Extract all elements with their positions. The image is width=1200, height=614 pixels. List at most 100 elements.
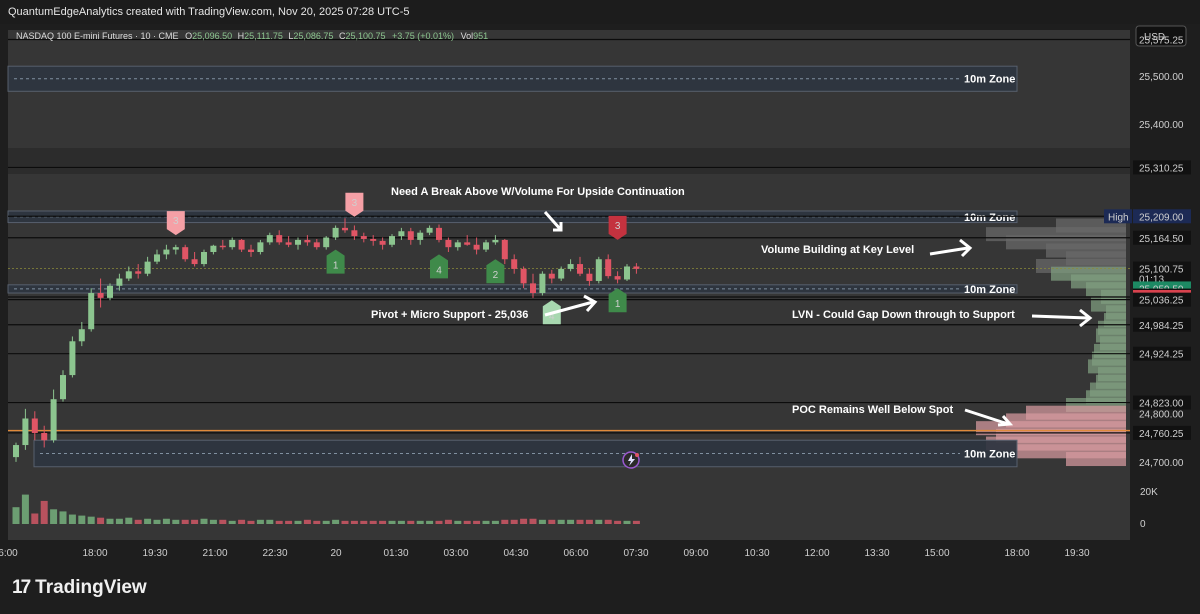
volume-bar (369, 520, 377, 524)
candle-body (436, 227, 442, 240)
close-value: 25,100.75 (345, 31, 385, 41)
price-label-text: 24,984.25 (1139, 321, 1184, 332)
x-tick-label: 18:00 (1004, 548, 1029, 559)
x-tick-label: 18:00 (82, 548, 107, 559)
signal-marker-label: 3 (173, 216, 179, 227)
candle-body (586, 273, 593, 281)
volume-bar (322, 520, 330, 524)
candle-body (22, 418, 29, 446)
candle-body (182, 247, 189, 260)
candle-body (313, 242, 320, 248)
lightning-icon[interactable] (622, 451, 640, 469)
volume-bar (238, 519, 246, 524)
zone-label: 10m Zone (964, 212, 1015, 224)
volume-bar (256, 519, 264, 524)
candle-body (323, 237, 330, 248)
volume-bar (228, 520, 236, 524)
volume-bar (463, 520, 471, 524)
signal-marker-label: 3 (615, 221, 621, 232)
volume-bar (473, 520, 481, 524)
price-label-text: 25,310.25 (1139, 163, 1184, 174)
candle-body (116, 278, 123, 286)
x-tick-label: 04:30 (503, 548, 528, 559)
volume-bar (285, 520, 293, 524)
y-tick-label: 24,800.00 (1139, 410, 1184, 421)
candle-body (60, 375, 66, 400)
signal-marker-label: 3 (352, 198, 358, 209)
candle-body (370, 238, 377, 241)
y-tick-label: 25,575.25 (1139, 36, 1184, 47)
volume-bar (529, 518, 537, 524)
volume-bar (162, 518, 170, 524)
volume-bar (303, 519, 311, 524)
volume-bar (350, 520, 358, 524)
volume-bar (585, 519, 593, 524)
candle-body (633, 266, 640, 269)
x-tick-label: 07:30 (623, 548, 648, 559)
candle-body (342, 227, 348, 231)
price-chart[interactable]: 10m Zone10m Zone10m Zone10m Zone 331 4 234… (0, 24, 1200, 564)
price-label-text: 24,760.25 (1139, 429, 1184, 440)
x-tick-label: 21:00 (202, 548, 227, 559)
candle-body (69, 341, 76, 376)
candle-body (454, 242, 461, 248)
candle-body (379, 240, 386, 245)
volume-bar (97, 517, 105, 524)
candle-body (285, 242, 292, 245)
volume-bar (247, 520, 255, 524)
vol-label: Vol (461, 31, 474, 41)
volume-bar (501, 519, 509, 524)
volume-bar (209, 519, 217, 524)
x-tick-label: 06:00 (563, 548, 588, 559)
legend: NASDAQ 100 E-mini Futures · 10 · CME O25… (16, 31, 488, 41)
volume-bar (520, 518, 528, 524)
volume-bar (360, 520, 368, 524)
tradingview-logo[interactable]: 17 TradingView (12, 577, 147, 599)
volume-bar (557, 519, 565, 524)
chart-credit: QuantumEdgeAnalytics created with Tradin… (8, 6, 410, 18)
candle-body (295, 239, 301, 245)
candle-body (78, 329, 85, 342)
volume-bar (332, 519, 340, 524)
volume-bar (454, 520, 462, 524)
candle-body (144, 261, 151, 274)
volume-bar (595, 519, 603, 524)
candle-body (520, 268, 527, 284)
volume-bar (266, 519, 274, 524)
volume-bar (435, 520, 443, 524)
volume-bar (538, 519, 546, 524)
candle-body (13, 445, 19, 458)
volume-bar (341, 520, 349, 524)
zone-label: 10m Zone (964, 448, 1015, 460)
candle-body (605, 259, 612, 277)
candle-body (577, 264, 583, 274)
vol-value: 951 (473, 31, 488, 41)
annotation-volume-building: Volume Building at Key Level (761, 244, 914, 256)
x-tick-label: 12:00 (804, 548, 829, 559)
volume-bar (21, 494, 29, 524)
lightning-icon-dot (635, 453, 639, 457)
x-tick-label: 03:00 (443, 548, 468, 559)
candle-body (360, 236, 367, 239)
candle-body (445, 239, 452, 248)
volume-bar (567, 519, 575, 524)
candle-body (548, 273, 555, 279)
volume-bar (172, 519, 180, 524)
annotation-break-above: Need A Break Above W/Volume For Upside C… (391, 186, 685, 198)
x-tick-label: 09:00 (683, 548, 708, 559)
candle-body (172, 247, 179, 250)
candle-body (595, 259, 602, 281)
symbol-name: NASDAQ 100 E-mini Futures · 10 · CME (16, 31, 179, 41)
candle-body (191, 259, 198, 265)
price-label-text: 24,823.00 (1139, 399, 1184, 410)
volume-bar (482, 520, 490, 524)
volume-bar (491, 520, 499, 524)
chart-credit-bar: QuantumEdgeAnalytics created with Tradin… (0, 0, 1200, 24)
volume-bar (426, 520, 434, 524)
volume-bar (219, 519, 227, 524)
zone-label: 10m Zone (964, 74, 1015, 86)
x-tick-label: 20 (330, 548, 342, 559)
x-tick-label: 13:30 (864, 548, 889, 559)
volume-bar (78, 515, 86, 524)
annotation-pivot-support: Pivot + Micro Support - 25,036 (371, 309, 528, 321)
